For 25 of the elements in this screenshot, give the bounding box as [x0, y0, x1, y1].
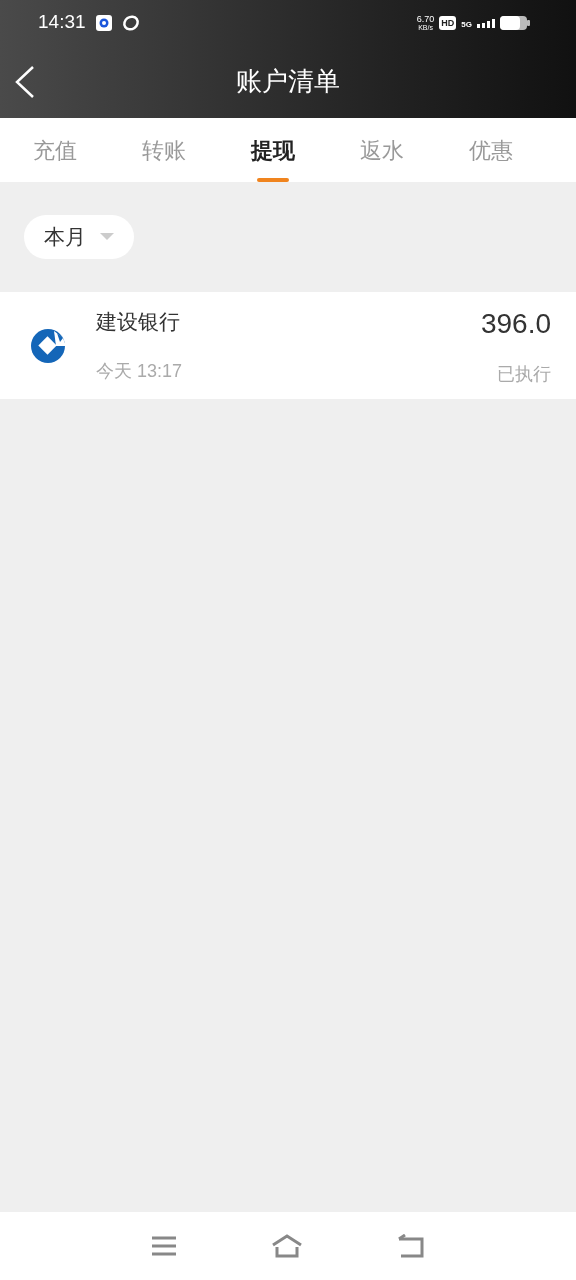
back-icon[interactable]: [397, 1234, 425, 1258]
caret-icon: [100, 233, 114, 241]
tab[interactable]: 提现: [218, 118, 327, 182]
signal-icon: [477, 17, 495, 28]
status-time: 14:31: [38, 10, 86, 35]
bank-name: 建设银行: [96, 309, 181, 336]
network-type: 5G: [461, 20, 472, 29]
tab[interactable]: 充值: [0, 118, 109, 182]
menu-icon[interactable]: [151, 1235, 177, 1257]
hd-badge: HD: [439, 15, 457, 30]
tab[interactable]: 转账: [109, 118, 218, 182]
month-filter[interactable]: 本月: [24, 215, 134, 259]
record-time: 今天 13:17: [96, 359, 183, 383]
app-icon: [121, 14, 140, 31]
battery-icon: [500, 15, 530, 30]
record-row[interactable]: 建设银行 今天 13:17 396.0 已执行: [0, 292, 576, 399]
bank-logo-icon: [30, 327, 66, 364]
app-icon: [95, 14, 112, 31]
tab[interactable]: 优惠: [436, 118, 545, 182]
net-speed: 6.70: [416, 14, 435, 24]
record-status: 已执行: [497, 363, 551, 386]
amount: 396.0: [480, 307, 551, 341]
page-title: 账户清单: [236, 65, 340, 98]
home-icon[interactable]: [271, 1234, 303, 1258]
tab[interactable]: 返水: [327, 118, 436, 182]
